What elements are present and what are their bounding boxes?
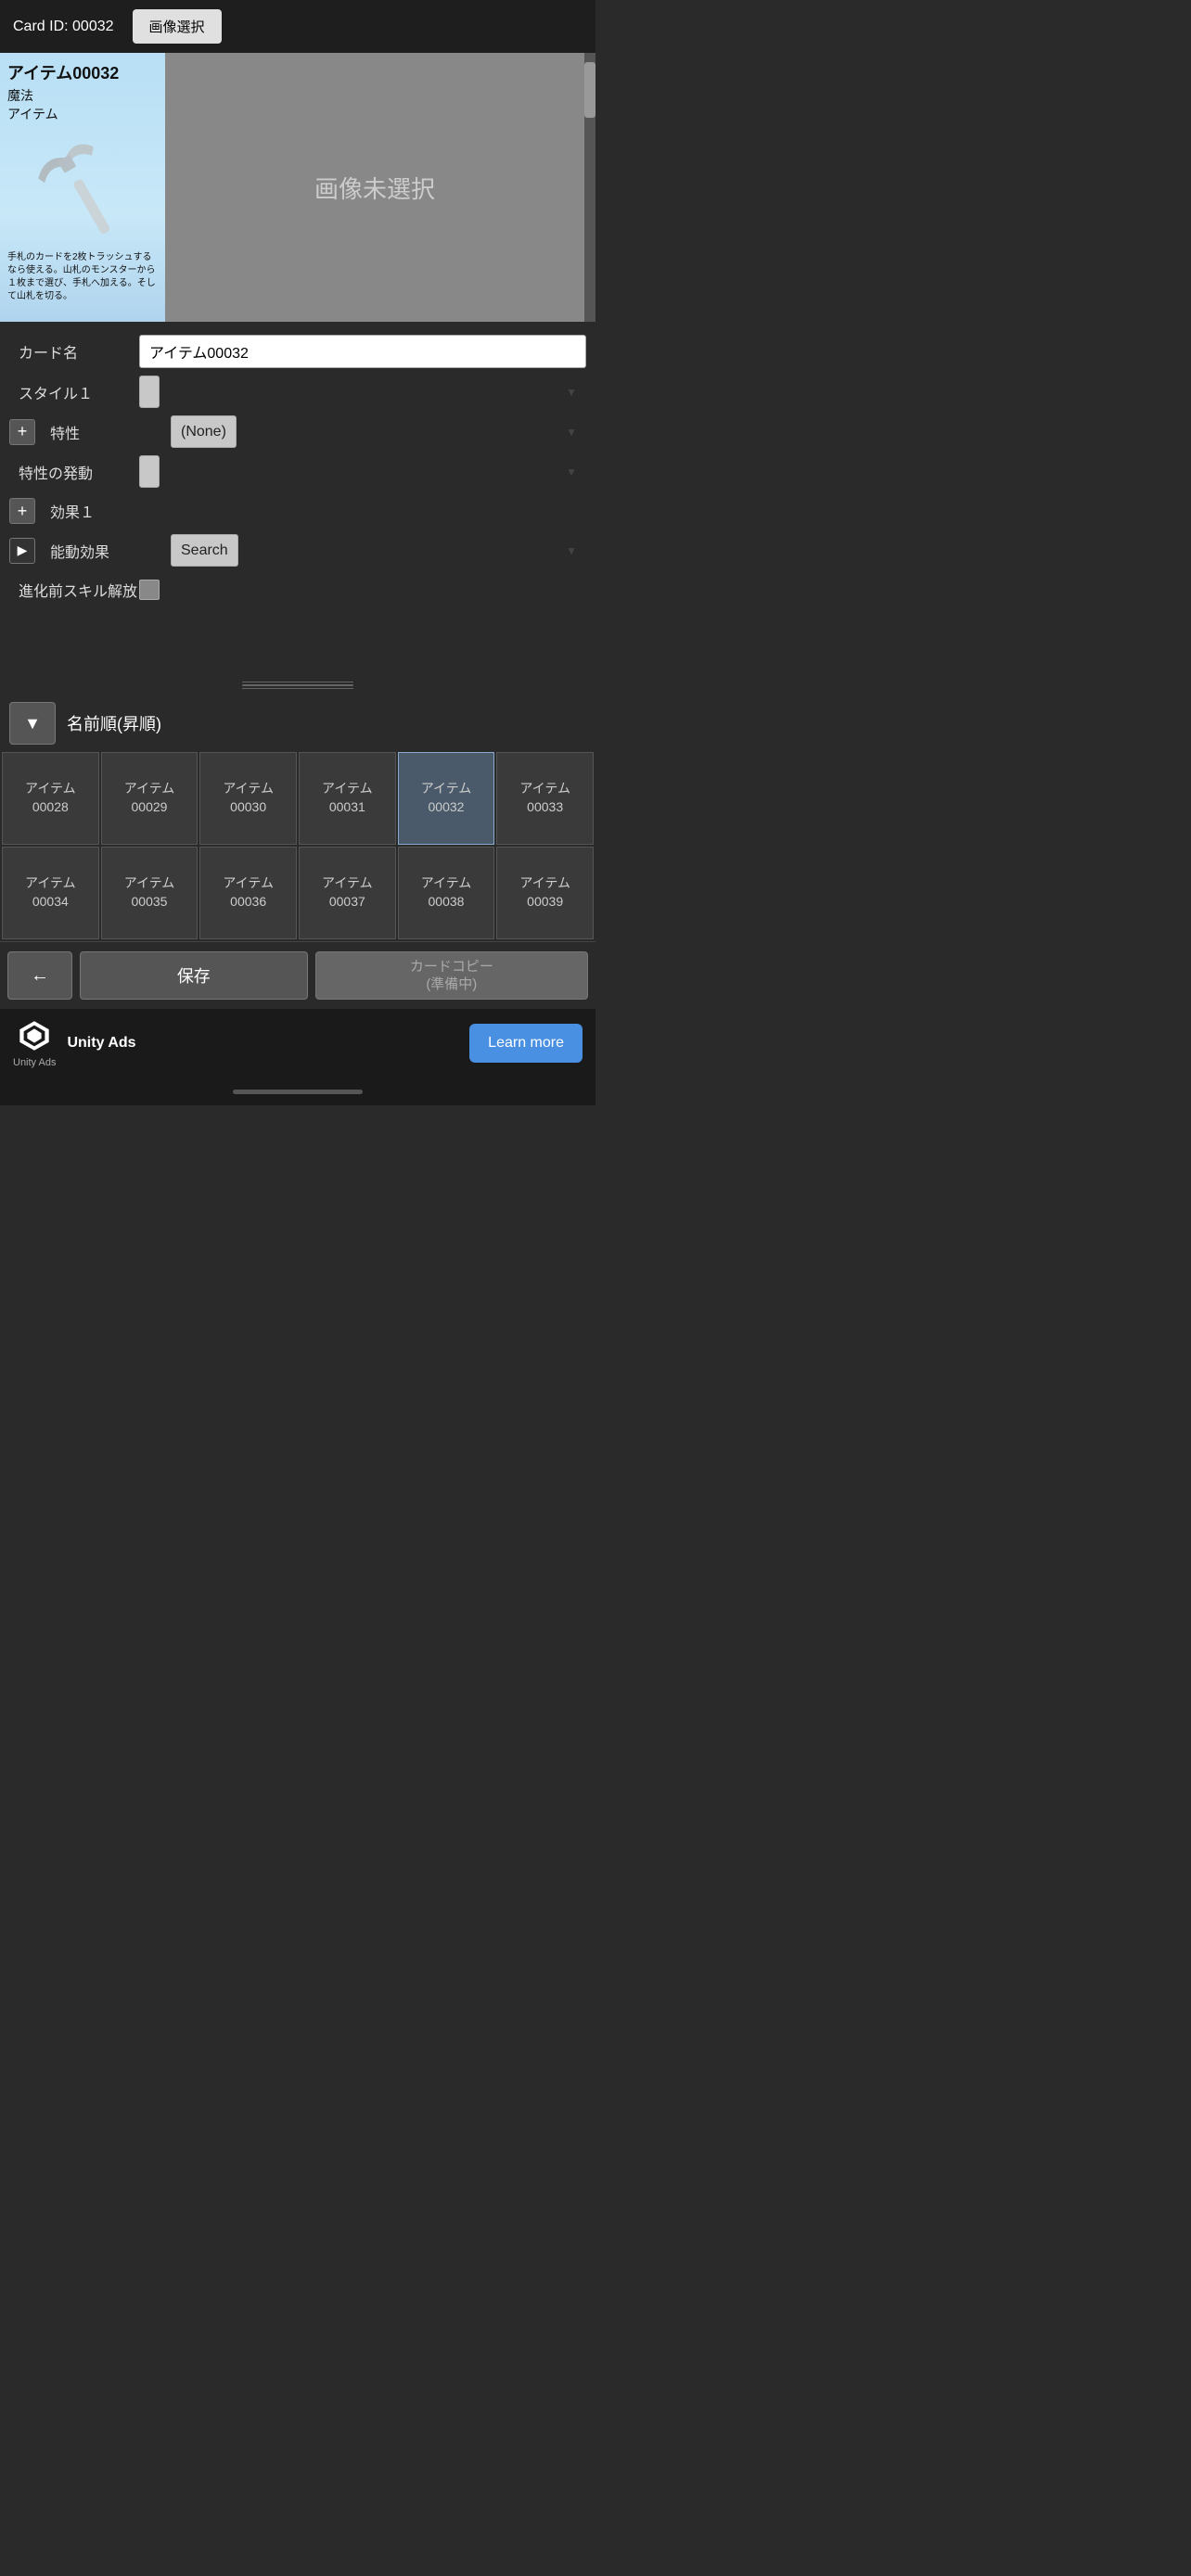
home-indicator xyxy=(0,1078,596,1105)
divider-bar xyxy=(0,674,596,696)
sort-dropdown-button[interactable]: ▼ xyxy=(9,702,56,745)
divider-line-2 xyxy=(242,684,353,685)
back-icon: ← xyxy=(31,965,49,987)
copy-label: カードコピー(準備中) xyxy=(410,958,493,994)
grid-card-00039[interactable]: アイテム00039 xyxy=(496,847,594,939)
grid-card-00034[interactable]: アイテム00034 xyxy=(2,847,99,939)
style1-select[interactable] xyxy=(139,376,160,408)
image-select-button[interactable]: 画像選択 xyxy=(133,9,222,44)
effect1-label: 効果１ xyxy=(41,500,171,522)
form-spacer xyxy=(0,609,596,665)
grid-card-00029[interactable]: アイテム00029 xyxy=(101,752,198,845)
pickaxe-icon xyxy=(32,132,134,243)
scrollbar-track[interactable] xyxy=(584,53,596,322)
card-name-input[interactable] xyxy=(139,335,586,368)
effect1-plus-button[interactable]: + xyxy=(9,498,35,524)
evolution-label: 進化前スキル解放 xyxy=(9,579,139,601)
trait-row: + 特性 (None) xyxy=(0,412,596,452)
style1-select-wrapper xyxy=(139,376,586,408)
grid-card-00033[interactable]: アイテム00033 xyxy=(496,752,594,845)
evolution-checkbox[interactable] xyxy=(139,580,160,600)
no-image-text: 画像未選択 xyxy=(314,171,435,205)
active-effect-select-wrapper: Search xyxy=(171,534,586,567)
trait-plus-button[interactable]: + xyxy=(9,419,35,445)
evolution-row: 進化前スキル解放 xyxy=(0,570,596,609)
sort-dropdown-icon: ▼ xyxy=(24,714,41,733)
card-preview: アイテム00032 魔法 アイテム 手札のカードを2枚トラッシュするなら使える。… xyxy=(0,53,165,322)
preview-area: アイテム00032 魔法 アイテム 手札のカードを2枚トラッシュするなら使える。… xyxy=(0,53,596,322)
grid-card-00036[interactable]: アイテム00036 xyxy=(199,847,297,939)
grid-card-00035[interactable]: アイテム00035 xyxy=(101,847,198,939)
ads-text-area: Unity Ads xyxy=(67,1035,458,1052)
card-preview-title: アイテム00032 xyxy=(7,60,158,84)
save-button[interactable]: 保存 xyxy=(80,951,308,1000)
active-effect-select[interactable]: Search xyxy=(171,534,238,567)
trait-trigger-select-wrapper xyxy=(139,455,586,488)
divider-line-3 xyxy=(242,688,353,689)
grid-card-00030[interactable]: アイテム00030 xyxy=(199,752,297,845)
sort-bar: ▼ 名前順(昇順) xyxy=(0,696,596,750)
trait-trigger-select[interactable] xyxy=(139,455,160,488)
trait-trigger-label: 特性の発動 xyxy=(9,461,139,483)
style1-label: スタイル１ xyxy=(9,381,139,403)
no-image-area: 画像未選択 xyxy=(165,53,584,322)
grid-card-00038[interactable]: アイテム00038 xyxy=(398,847,495,939)
scrollbar-thumb[interactable] xyxy=(584,62,596,118)
ads-brand-label: Unity Ads xyxy=(13,1057,56,1068)
home-bar xyxy=(233,1090,363,1094)
effect1-row: + 効果１ xyxy=(0,491,596,530)
grid-card-00031[interactable]: アイテム00031 xyxy=(299,752,396,845)
card-grid: アイテム00028 アイテム00029 アイテム00030 アイテム00031 … xyxy=(0,750,596,941)
trait-select-wrapper: (None) xyxy=(171,415,586,448)
back-button[interactable]: ← xyxy=(7,951,72,1000)
learn-more-button[interactable]: Learn more xyxy=(469,1024,583,1063)
card-type-line1: 魔法 xyxy=(7,86,158,105)
action-bar: ← 保存 カードコピー(準備中) xyxy=(0,941,596,1009)
trait-trigger-row: 特性の発動 xyxy=(0,452,596,491)
trait-select[interactable]: (None) xyxy=(171,415,237,448)
unity-logo-area: Unity Ads xyxy=(13,1018,56,1068)
card-image-area xyxy=(7,127,158,248)
top-bar: Card ID: 00032 画像選択 xyxy=(0,0,596,53)
card-id-label: Card ID: 00032 xyxy=(13,19,114,35)
grid-card-00028[interactable]: アイテム00028 xyxy=(2,752,99,845)
active-effect-row: ▶ 能動効果 Search xyxy=(0,530,596,570)
form-section: カード名 スタイル１ + 特性 (None) 特性の発動 + 効果 xyxy=(0,322,596,674)
ads-title: Unity Ads xyxy=(67,1035,135,1051)
card-type-line2: アイテム xyxy=(7,105,158,123)
grid-card-00037[interactable]: アイテム00037 xyxy=(299,847,396,939)
card-name-row: カード名 xyxy=(0,331,596,372)
style1-row: スタイル１ xyxy=(0,372,596,412)
card-description: 手札のカードを2枚トラッシュするなら使える。山札のモンスターから１枚まで選び、手… xyxy=(7,251,158,303)
active-effect-label: 能動効果 xyxy=(41,540,171,562)
card-name-label: カード名 xyxy=(9,340,139,363)
unity-logo-icon xyxy=(17,1018,52,1053)
grid-card-00032[interactable]: アイテム00032 xyxy=(398,752,495,845)
active-effect-play-button[interactable]: ▶ xyxy=(9,538,35,564)
sort-label: 名前順(昇順) xyxy=(67,711,161,735)
copy-button[interactable]: カードコピー(準備中) xyxy=(315,951,588,1000)
ads-banner: Unity Ads Unity Ads Learn more xyxy=(0,1009,596,1078)
divider-lines xyxy=(242,682,353,689)
trait-label: 特性 xyxy=(41,421,171,443)
